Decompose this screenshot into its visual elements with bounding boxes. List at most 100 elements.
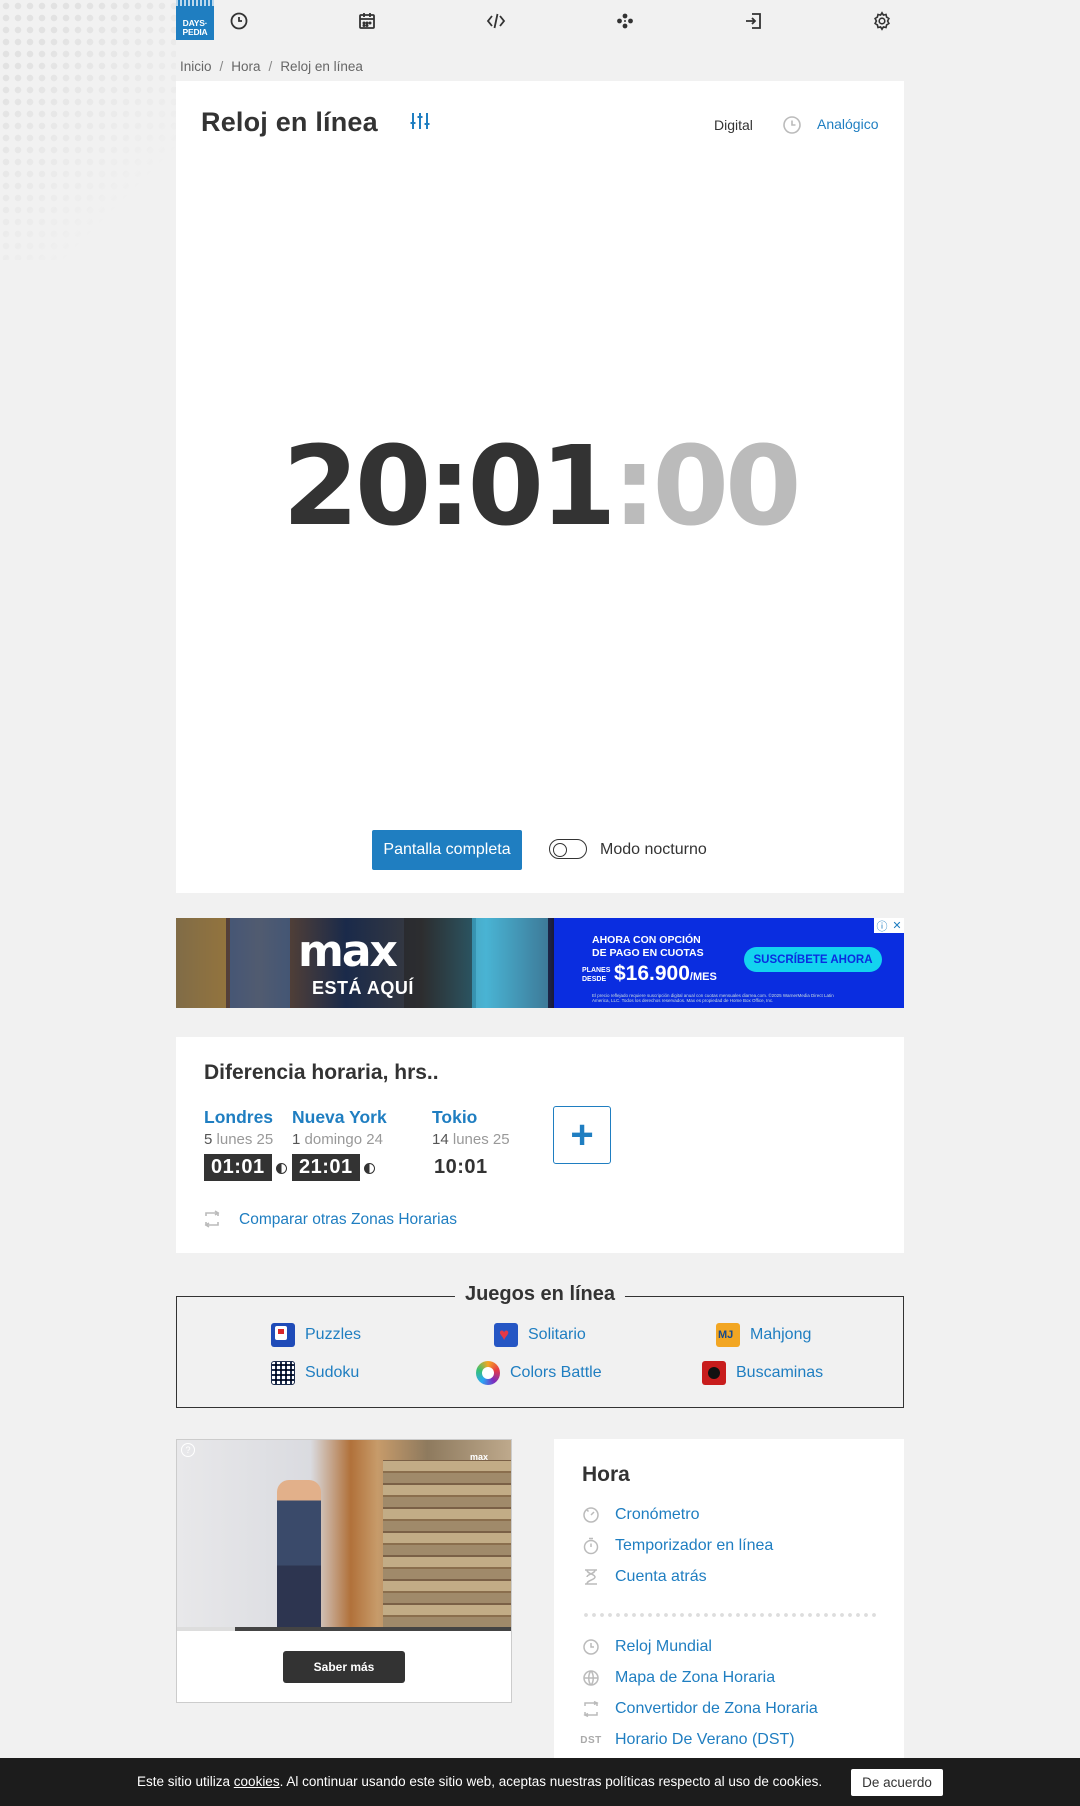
colors-battle-icon: [476, 1361, 500, 1385]
link-dst[interactable]: DST Horario De Verano (DST): [580, 1731, 795, 1749]
link-countdown[interactable]: Cuenta atrás: [582, 1568, 707, 1586]
night-mode-toggle[interactable]: [549, 839, 587, 859]
add-city-button[interactable]: +: [553, 1106, 611, 1164]
game-sudoku[interactable]: Sudoku: [271, 1361, 359, 1385]
site-logo[interactable]: DAYS· PEDIA: [176, 0, 214, 40]
online-games-title: Juegos en línea: [454, 1283, 626, 1306]
ad-fine-print: El precio reflejado requiere suscripción…: [592, 993, 834, 1003]
link-label: Cuenta atrás: [615, 1568, 707, 1585]
ad-info-icon[interactable]: ⓘ: [876, 918, 887, 934]
video-progress-bar[interactable]: [177, 1627, 511, 1631]
online-games-box: Juegos en línea Puzzles ♥ Solitario MJ M…: [176, 1283, 904, 1408]
video-thumbnail[interactable]: ? max: [177, 1440, 511, 1627]
mode-analog-option[interactable]: Analógico: [817, 116, 879, 132]
settings-gear-icon[interactable]: [871, 10, 893, 32]
compare-zones-icon: [204, 1210, 220, 1228]
link-world-clock[interactable]: Reloj Mundial: [582, 1638, 712, 1656]
learn-more-button[interactable]: Saber más: [283, 1651, 405, 1683]
page-title: Reloj en línea: [201, 107, 378, 137]
clock-settings-sliders-icon[interactable]: [408, 109, 432, 133]
city-date: 14 lunes 25: [432, 1131, 510, 1148]
compare-time-zones-link[interactable]: Comparar otras Zonas Horarias: [239, 1211, 457, 1229]
link-label: Mapa de Zona Horaria: [615, 1669, 776, 1686]
link-timezone-converter[interactable]: Convertidor de Zona Horaria: [582, 1700, 818, 1718]
city-date: 1 domingo 24: [292, 1131, 387, 1148]
city-time: 21:01: [292, 1154, 360, 1181]
ad-poster-tile: [230, 918, 290, 1008]
city-offset: 1: [292, 1131, 301, 1148]
game-puzzles[interactable]: Puzzles: [271, 1323, 361, 1347]
city-name[interactable]: Londres: [204, 1107, 287, 1128]
link-label: Horario De Verano (DST): [615, 1731, 795, 1748]
game-label: Buscaminas: [736, 1364, 824, 1381]
breadcrumb-home[interactable]: Inicio: [180, 59, 212, 74]
link-timer[interactable]: Temporizador en línea: [582, 1537, 773, 1555]
login-icon[interactable]: [742, 10, 764, 32]
ad-price-label-2: DESDE: [582, 976, 607, 983]
converter-icon: [582, 1700, 600, 1718]
ad-close-controls[interactable]: ⓘ ✕: [874, 918, 904, 933]
cookie-message: Este sitio utiliza cookies. Al continuar…: [137, 1774, 822, 1789]
ad-headline: AHORA CON OPCIÓN DE PAGO EN CUOTAS: [592, 934, 704, 960]
clock-card: Reloj en línea Digital Analógico 20:01:0…: [176, 81, 904, 893]
ad-close-icon[interactable]: ✕: [892, 919, 901, 932]
ad-price-unit: /MES: [689, 971, 717, 983]
calendar-icon[interactable]: [356, 10, 378, 32]
world-clock-icon: [582, 1638, 600, 1656]
page-container: DAYS· PEDIA Inicio / Hora / Reloj en lín…: [176, 0, 904, 1759]
games-icon[interactable]: [614, 10, 636, 32]
cookie-text-after: . Al continuar usando este sitio web, ac…: [279, 1774, 823, 1789]
link-label: Cronómetro: [615, 1506, 700, 1523]
ad-headline-line1: AHORA CON OPCIÓN: [592, 934, 701, 946]
cookies-policy-link[interactable]: cookies: [234, 1774, 280, 1789]
video-person: [277, 1480, 321, 1627]
clock-hours-minutes: 20:01: [282, 422, 616, 550]
breadcrumb-separator: /: [219, 58, 224, 74]
link-label: Reloj Mundial: [615, 1638, 712, 1655]
solitaire-heart-icon: ♥: [494, 1323, 518, 1347]
city-london: Londres 5 lunes 25 01:01: [204, 1107, 287, 1181]
game-label: Mahjong: [750, 1326, 812, 1343]
globe-icon: [582, 1669, 600, 1687]
breadcrumb: Inicio / Hora / Reloj en línea: [176, 51, 904, 81]
cookie-accept-button[interactable]: De acuerdo: [851, 1769, 943, 1796]
dst-icon: DST: [580, 1734, 602, 1746]
timer-icon: [582, 1537, 600, 1555]
game-label: Colors Battle: [510, 1364, 602, 1381]
link-timezone-map[interactable]: Mapa de Zona Horaria: [582, 1669, 775, 1687]
video-channel-logo: max: [470, 1452, 489, 1462]
clock-icon[interactable]: [228, 10, 250, 32]
ad-price-value: $16.900: [614, 962, 690, 985]
hora-section-title: Hora: [582, 1463, 630, 1486]
ad-price: $16.900/MES: [614, 962, 717, 986]
video-ad[interactable]: ? max Saber más: [176, 1439, 512, 1703]
fullscreen-button[interactable]: Pantalla completa: [372, 830, 522, 870]
game-solitario[interactable]: ♥ Solitario: [494, 1323, 586, 1347]
city-name[interactable]: Nueva York: [292, 1107, 387, 1128]
link-stopwatch[interactable]: Cronómetro: [582, 1506, 699, 1524]
cookie-text-before: Este sitio utiliza: [137, 1774, 234, 1789]
background-dot-pattern: [0, 0, 176, 260]
ad-poster-tile: [176, 918, 226, 1008]
video-help-icon[interactable]: ?: [181, 1443, 195, 1457]
game-colors-battle[interactable]: Colors Battle: [476, 1361, 602, 1385]
ad-price-label-1: PLANES: [582, 967, 611, 974]
game-buscaminas[interactable]: Buscaminas: [702, 1361, 823, 1385]
hora-links-panel: Hora Cronómetro Temporizador en línea Cu…: [554, 1439, 904, 1759]
analog-clock-icon[interactable]: [782, 115, 802, 135]
game-label: Puzzles: [305, 1326, 362, 1343]
digital-clock-display: 20:01:00: [176, 431, 904, 541]
ad-subscribe-button[interactable]: SUSCRÍBETE AHORA: [744, 947, 882, 972]
mode-digital-option[interactable]: Digital: [714, 117, 753, 133]
ad-brand-logo: max: [298, 926, 398, 977]
city-name[interactable]: Tokio: [432, 1107, 510, 1128]
ad-banner[interactable]: max ESTÁ AQUÍ AHORA CON OPCIÓN DE PAGO E…: [176, 918, 904, 1008]
game-label: Sudoku: [305, 1364, 360, 1381]
ad-tagline: ESTÁ AQUÍ: [312, 978, 414, 998]
time-difference-card: Diferencia horaria, hrs.. Londres 5 lune…: [176, 1037, 904, 1253]
breadcrumb-hora[interactable]: Hora: [231, 59, 260, 74]
code-icon[interactable]: [485, 10, 507, 32]
cookie-consent-bar: Este sitio utiliza cookies. Al continuar…: [0, 1758, 1080, 1806]
city-offset: 14: [432, 1131, 449, 1148]
game-mahjong[interactable]: MJ Mahjong: [716, 1323, 811, 1347]
